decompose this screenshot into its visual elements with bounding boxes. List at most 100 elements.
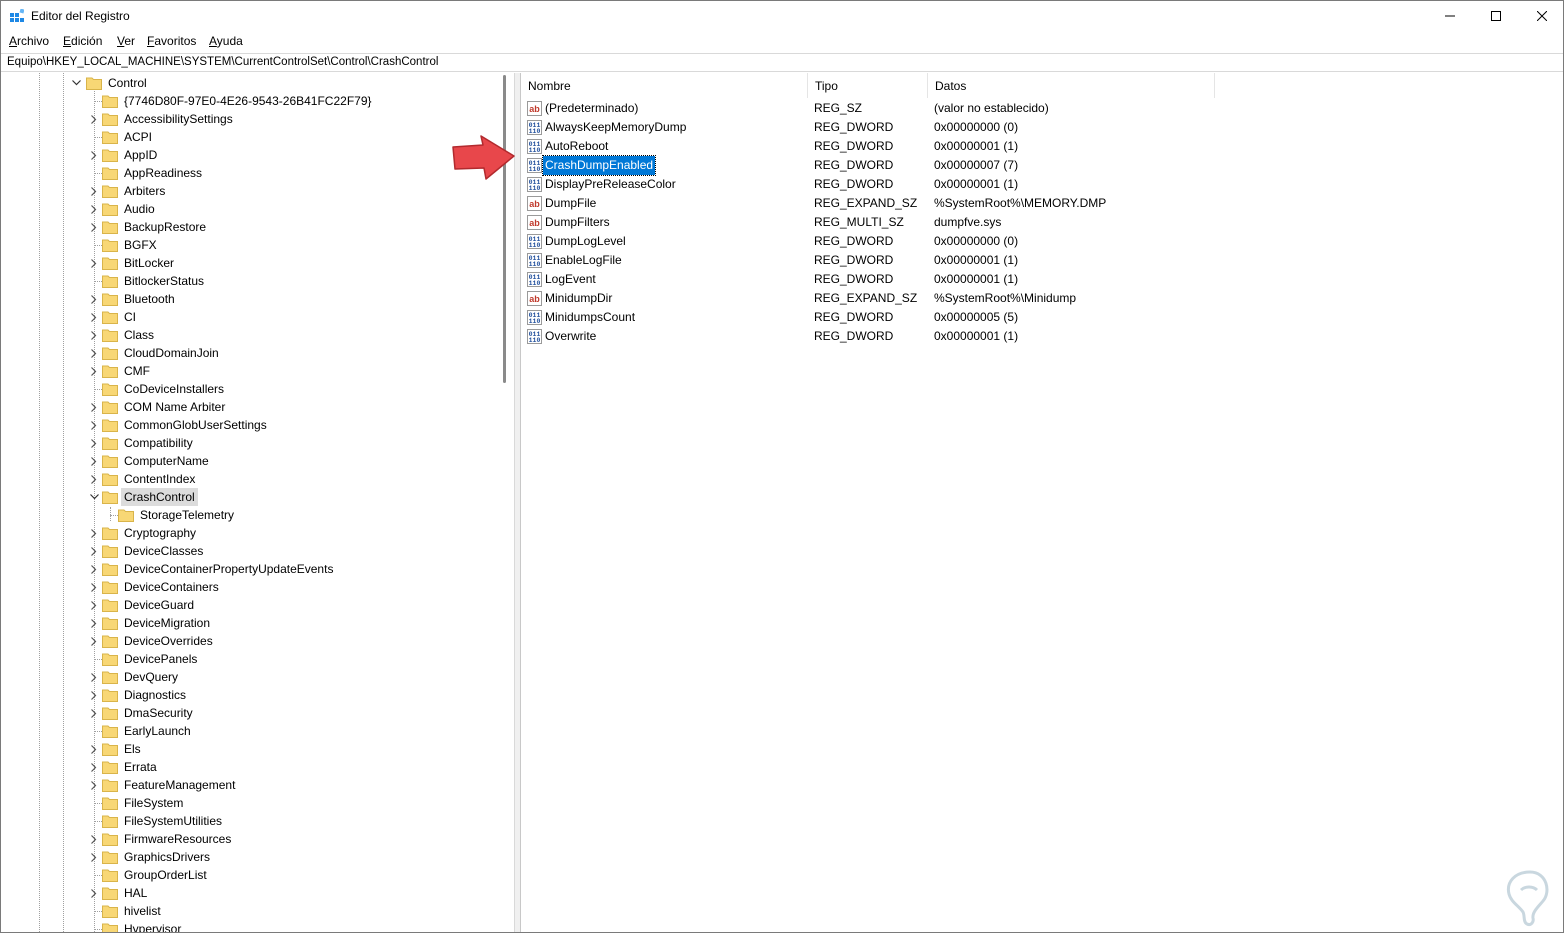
tree-item[interactable]: HAL: [87, 884, 498, 902]
chevron-right-icon[interactable]: [89, 776, 99, 794]
chevron-right-icon[interactable]: [89, 110, 99, 128]
tree-item[interactable]: Diagnostics: [87, 686, 498, 704]
value-row[interactable]: 011 110 Overwrite REG_DWORD 0x00000001 (1): [521, 327, 1563, 346]
tree-item[interactable]: AccessibilitySettings: [87, 110, 498, 128]
chevron-right-icon[interactable]: [89, 524, 99, 542]
chevron-right-icon[interactable]: [89, 344, 99, 362]
tree-item[interactable]: CloudDomainJoin: [87, 344, 498, 362]
chevron-right-icon[interactable]: [89, 686, 99, 704]
chevron-down-icon[interactable]: [89, 488, 99, 506]
tree-item[interactable]: CrashControl: [87, 488, 498, 506]
tree-item[interactable]: DeviceMigration: [87, 614, 498, 632]
maximize-button[interactable]: [1473, 1, 1519, 31]
value-row[interactable]: 011 110 AutoReboot REG_DWORD 0x00000001 (1): [521, 137, 1563, 156]
tree-item[interactable]: BGFX: [87, 236, 498, 254]
value-row[interactable]: ab MinidumpDir REG_EXPAND_SZ %SystemRoot%\M…: [521, 289, 1563, 308]
tree-item[interactable]: EarlyLaunch: [87, 722, 498, 740]
tree-item[interactable]: Cryptography: [87, 524, 498, 542]
tree-item[interactable]: DevicePanels: [87, 650, 498, 668]
column-header-datos[interactable]: Datos: [928, 73, 1215, 98]
tree-item[interactable]: DeviceOverrides: [87, 632, 498, 650]
value-row[interactable]: 011 110 EnableLogFile REG_DWORD 0x00000001 (…: [521, 251, 1563, 270]
column-header-nombre[interactable]: Nombre: [521, 73, 808, 98]
chevron-right-icon[interactable]: [89, 290, 99, 308]
tree-item[interactable]: FileSystemUtilities: [87, 812, 498, 830]
chevron-right-icon[interactable]: [89, 434, 99, 452]
tree-item[interactable]: ACPI: [87, 128, 498, 146]
tree-item[interactable]: BackupRestore: [87, 218, 498, 236]
chevron-right-icon[interactable]: [89, 326, 99, 344]
tree-item[interactable]: StorageTelemetry: [103, 506, 498, 524]
tree-item[interactable]: FeatureManagement: [87, 776, 498, 794]
chevron-right-icon[interactable]: [89, 362, 99, 380]
tree-item[interactable]: DeviceGuard: [87, 596, 498, 614]
chevron-right-icon[interactable]: [89, 416, 99, 434]
chevron-right-icon[interactable]: [89, 200, 99, 218]
value-row[interactable]: ab (Predeterminado) REG_SZ (valor no establ…: [521, 99, 1563, 118]
tree-item[interactable]: GraphicsDrivers: [87, 848, 498, 866]
chevron-right-icon[interactable]: [89, 542, 99, 560]
tree-item[interactable]: {7746D80F-97E0-4E26-9543-26B41FC22F79}: [87, 92, 498, 110]
value-row[interactable]: ab DumpFilters REG_MULTI_SZ dumpfve.sys: [521, 213, 1563, 232]
tree-item[interactable]: Compatibility: [87, 434, 498, 452]
tree-item[interactable]: AppID: [87, 146, 498, 164]
tree-scrollbar[interactable]: [498, 73, 512, 932]
tree-item[interactable]: CoDeviceInstallers: [87, 380, 498, 398]
tree-item[interactable]: DeviceClasses: [87, 542, 498, 560]
chevron-right-icon[interactable]: [89, 182, 99, 200]
tree-item[interactable]: Arbiters: [87, 182, 498, 200]
value-row[interactable]: 011 110 DumpLogLevel REG_DWORD 0x00000000 (0…: [521, 232, 1563, 251]
chevron-right-icon[interactable]: [89, 398, 99, 416]
tree-item[interactable]: ComputerName: [87, 452, 498, 470]
chevron-right-icon[interactable]: [89, 218, 99, 236]
tree-item[interactable]: DeviceContainers: [87, 578, 498, 596]
value-row[interactable]: 011 110 CrashDumpEnabled REG_DWORD 0x0000000…: [521, 155, 1563, 176]
tree-item[interactable]: Class: [87, 326, 498, 344]
chevron-right-icon[interactable]: [89, 614, 99, 632]
chevron-right-icon[interactable]: [89, 884, 99, 902]
chevron-right-icon[interactable]: [89, 632, 99, 650]
chevron-right-icon[interactable]: [89, 704, 99, 722]
tree-item[interactable]: CommonGlobUserSettings: [87, 416, 498, 434]
minimize-button[interactable]: [1427, 1, 1473, 31]
value-row[interactable]: 011 110 AlwaysKeepMemoryDump REG_DWORD 0x000…: [521, 118, 1563, 137]
tree-item[interactable]: ContentIndex: [87, 470, 498, 488]
tree-item[interactable]: Hypervisor: [87, 920, 498, 932]
chevron-right-icon[interactable]: [89, 560, 99, 578]
chevron-right-icon[interactable]: [89, 452, 99, 470]
tree-item[interactable]: CI: [87, 308, 498, 326]
menu-ayuda[interactable]: Ayuda: [209, 34, 243, 48]
tree-item[interactable]: FirmwareResources: [87, 830, 498, 848]
column-header-tipo[interactable]: Tipo: [808, 73, 928, 98]
tree-item[interactable]: GroupOrderList: [87, 866, 498, 884]
tree-item[interactable]: Audio: [87, 200, 498, 218]
address-bar[interactable]: Equipo\HKEY_LOCAL_MACHINE\SYSTEM\Current…: [1, 53, 1563, 72]
tree-item[interactable]: FileSystem: [87, 794, 498, 812]
tree-item-control[interactable]: Control: [71, 74, 491, 92]
tree-item[interactable]: COM Name Arbiter: [87, 398, 498, 416]
chevron-right-icon[interactable]: [89, 740, 99, 758]
tree-item[interactable]: DevQuery: [87, 668, 498, 686]
tree-item[interactable]: CMF: [87, 362, 498, 380]
chevron-right-icon[interactable]: [89, 596, 99, 614]
tree-item[interactable]: BitLocker: [87, 254, 498, 272]
chevron-right-icon[interactable]: [89, 668, 99, 686]
tree-item[interactable]: DeviceContainerPropertyUpdateEvents: [87, 560, 498, 578]
chevron-down-icon[interactable]: [71, 74, 81, 92]
value-row[interactable]: 011 110 MinidumpsCount REG_DWORD 0x00000005 …: [521, 308, 1563, 327]
tree-scrollbar-thumb[interactable]: [503, 75, 506, 383]
chevron-right-icon[interactable]: [89, 308, 99, 326]
value-row[interactable]: 011 110 LogEvent REG_DWORD 0x00000001 (1): [521, 270, 1563, 289]
close-button[interactable]: [1519, 1, 1563, 31]
pane-splitter[interactable]: [514, 73, 521, 932]
menu-archivo[interactable]: Archivo: [9, 34, 49, 48]
menu-favoritos[interactable]: Favoritos: [147, 34, 196, 48]
chevron-right-icon[interactable]: [89, 848, 99, 866]
chevron-right-icon[interactable]: [89, 830, 99, 848]
chevron-right-icon[interactable]: [89, 146, 99, 164]
menu-ver[interactable]: Ver: [117, 34, 135, 48]
tree-item[interactable]: hivelist: [87, 902, 498, 920]
tree-item[interactable]: Bluetooth: [87, 290, 498, 308]
tree-item[interactable]: DmaSecurity: [87, 704, 498, 722]
chevron-right-icon[interactable]: [89, 758, 99, 776]
